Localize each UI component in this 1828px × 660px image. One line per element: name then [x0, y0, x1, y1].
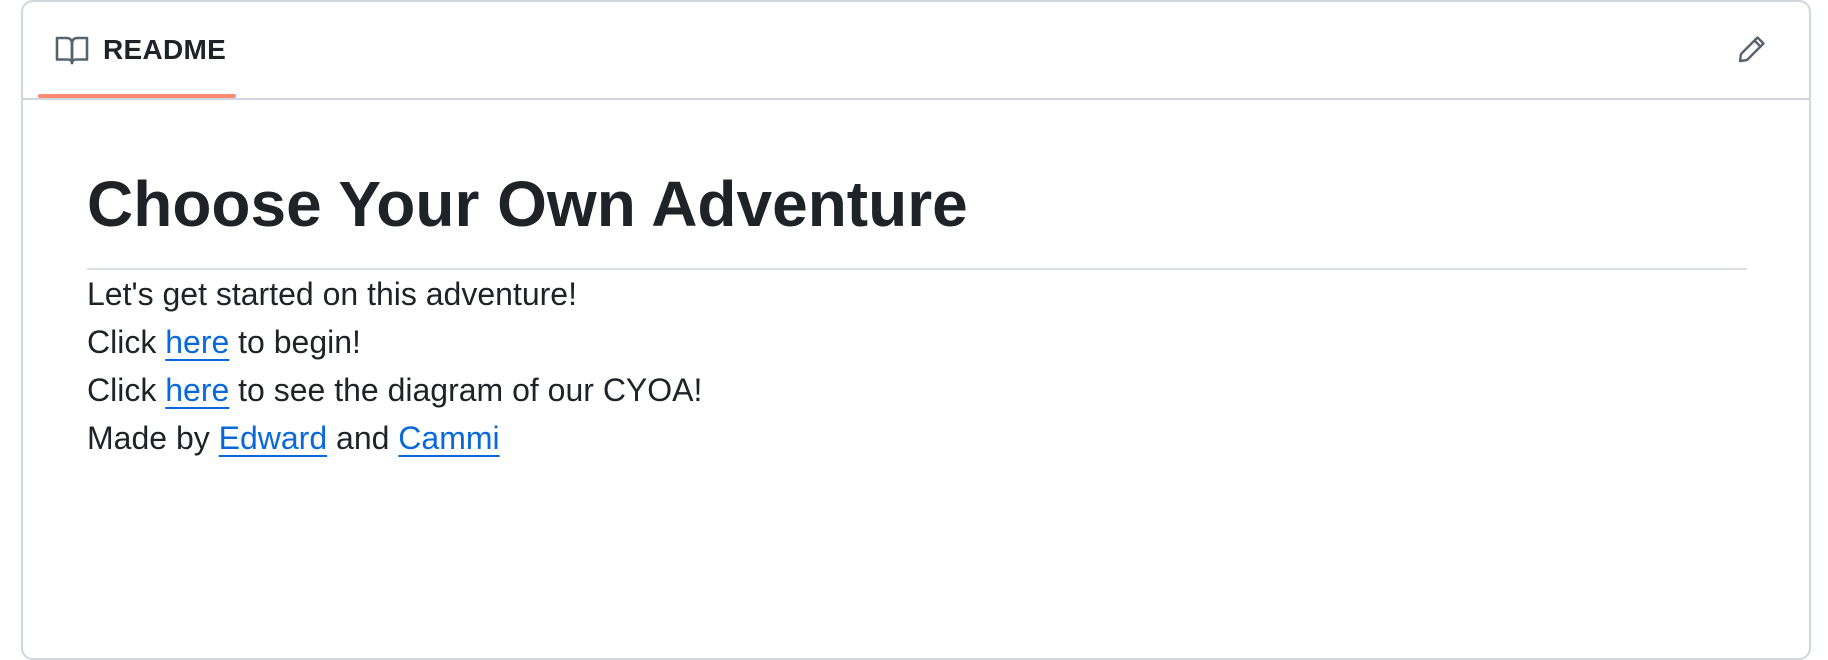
readme-panel: README Choose Your Own Adventure Let's g… [21, 0, 1811, 660]
credits-connector: and [327, 420, 399, 456]
tab-readme-label: README [103, 34, 227, 65]
diagram-line: Click here to see the diagram of our CYO… [87, 366, 1745, 414]
readme-content: Choose Your Own Adventure Let's get star… [23, 100, 1809, 462]
active-tab-indicator [38, 94, 236, 98]
credits-line: Made by Edward and Cammi [87, 414, 1745, 462]
begin-prefix: Click [87, 324, 166, 360]
diagram-link[interactable]: here [165, 372, 229, 408]
begin-link[interactable]: here [165, 324, 229, 360]
diagram-prefix: Click [87, 372, 166, 408]
tab-readme[interactable]: README [38, 2, 236, 98]
author-cammi-link[interactable]: Cammi [398, 420, 499, 456]
credits-prefix: Made by [87, 420, 219, 456]
edit-readme-button[interactable] [1733, 32, 1771, 70]
readme-header: README [23, 2, 1809, 100]
begin-line: Click here to begin! [87, 318, 1745, 366]
page-title: Choose Your Own Adventure [87, 164, 1747, 270]
book-icon [55, 35, 89, 65]
intro-text: Let's get started on this adventure! [87, 276, 577, 312]
pencil-icon [1737, 34, 1767, 69]
begin-suffix: to begin! [229, 324, 361, 360]
author-edward-link[interactable]: Edward [219, 420, 328, 456]
diagram-suffix: to see the diagram of our CYOA! [229, 372, 703, 408]
